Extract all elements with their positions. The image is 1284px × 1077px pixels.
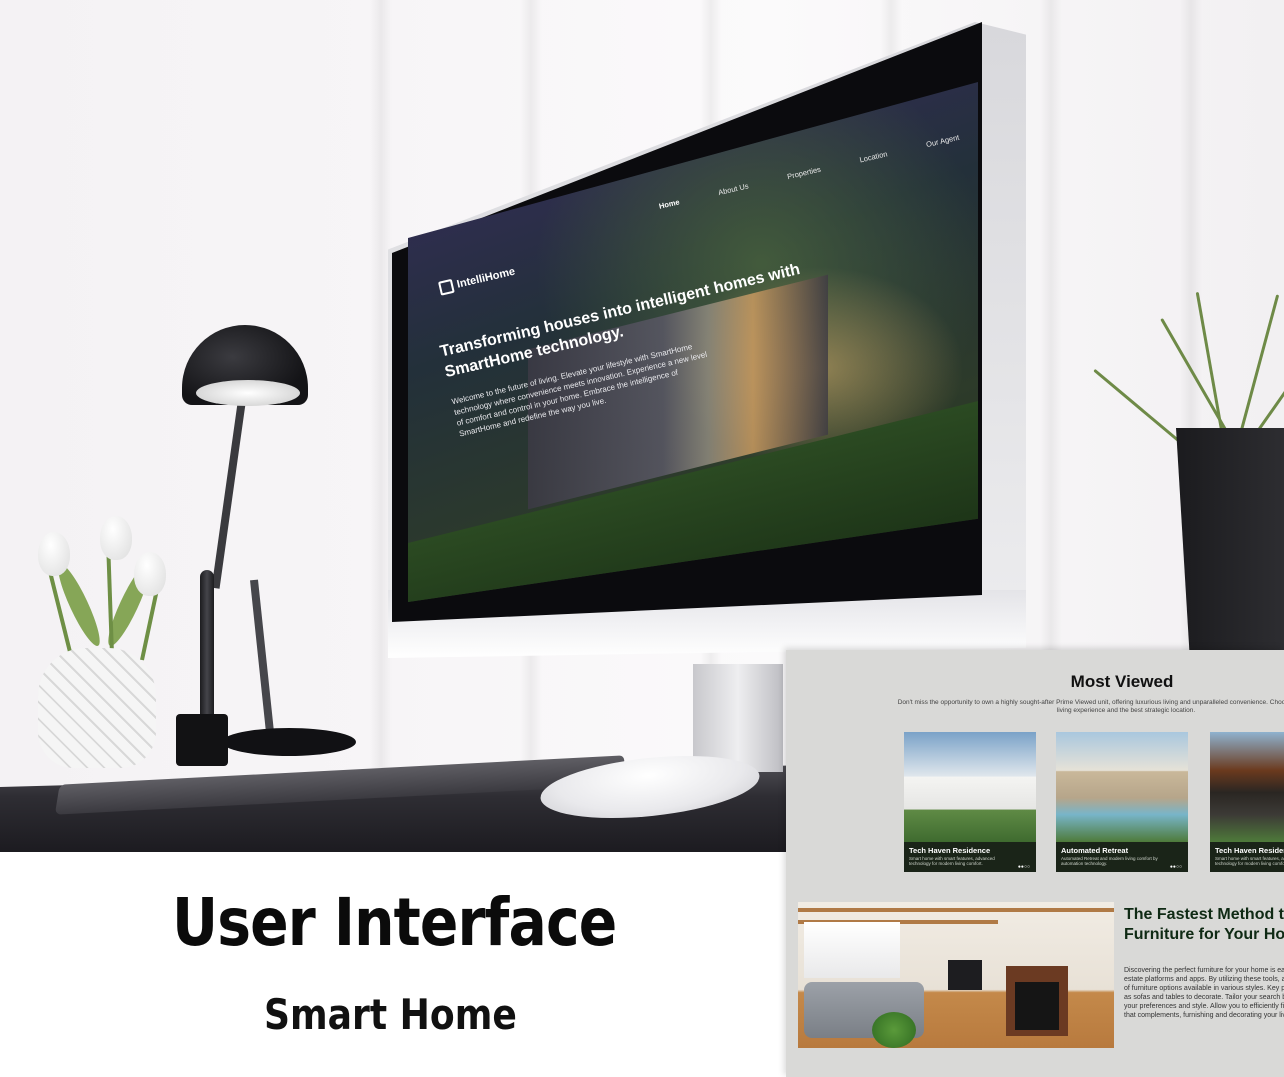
card-body: Tech Haven Residence Smart home with sma…	[1210, 842, 1284, 872]
card-carousel-dots[interactable]: ●●○○	[1170, 864, 1182, 870]
most-viewed-title: Most Viewed	[1070, 672, 1174, 691]
nav-properties[interactable]: Properties	[786, 165, 821, 181]
house-logo-icon	[438, 278, 455, 296]
room-tv	[948, 960, 982, 990]
nav-our-agent[interactable]: Our Agent	[925, 133, 960, 149]
card-body: Tech Haven Residence Smart home with sma…	[904, 842, 1036, 872]
card-body: Automated Retreat Automated Retreat and …	[1056, 842, 1188, 872]
screen-brand-name: IntelliHome	[455, 265, 517, 291]
tulip-flower	[100, 516, 132, 560]
card-title: Tech Haven Residence	[1215, 846, 1284, 855]
card-description: Smart home with smart features, advanced…	[1215, 856, 1284, 866]
card-carousel-dots[interactable]: ●●○○	[1018, 864, 1030, 870]
lamp-arm	[211, 399, 246, 589]
card-description: Automated Retreat and modern living comf…	[1061, 856, 1158, 866]
caption-title: User Interface	[172, 884, 617, 961]
card-title: Tech Haven Residence	[909, 846, 991, 855]
property-card[interactable]: Automated Retreat Automated Retreat and …	[1056, 732, 1188, 872]
living-room-image	[798, 902, 1114, 1048]
fireplace-opening	[1015, 982, 1059, 1030]
stylus-pen	[200, 570, 214, 720]
geometric-vase	[38, 648, 156, 768]
tulip-flower	[134, 552, 166, 596]
property-card[interactable]: Tech Haven Residence Smart home with sma…	[904, 732, 1036, 872]
nav-home[interactable]: Home	[658, 197, 680, 210]
property-image	[1210, 732, 1284, 842]
plant-pot	[1176, 428, 1284, 668]
furniture-description: Discovering the perfect furniture for yo…	[1124, 967, 1284, 1019]
monitor-screen: IntelliHome Home About Us Properties Loc…	[408, 82, 978, 602]
page-preview: Most Viewed Don't miss the opportunity t…	[786, 650, 1284, 1077]
property-image	[1056, 732, 1188, 842]
lamp-base	[222, 728, 356, 756]
property-card[interactable]: Tech Haven Residence Smart home with sma…	[1210, 732, 1284, 872]
pen-holder	[176, 714, 228, 766]
nav-about-us[interactable]: About Us	[717, 181, 749, 197]
lamp-bulb	[196, 380, 300, 406]
tulip-flower	[38, 532, 70, 576]
caption-subtitle: Smart Home	[264, 990, 517, 1039]
room-window	[804, 922, 900, 978]
lamp-arm	[250, 579, 274, 730]
ceiling-beam	[798, 908, 1114, 912]
property-image	[904, 732, 1036, 842]
screen-brand[interactable]: IntelliHome	[438, 265, 516, 296]
card-title: Automated Retreat	[1061, 846, 1129, 855]
room-plant	[872, 1012, 916, 1048]
card-description: Smart home with smart features, advanced…	[909, 856, 995, 866]
most-viewed-description: Don't miss the opportunity to own a high…	[897, 699, 1284, 714]
furniture-title: The Fastest Method to Find Furniture for…	[1124, 906, 1284, 943]
nav-location[interactable]: Location	[859, 149, 889, 164]
